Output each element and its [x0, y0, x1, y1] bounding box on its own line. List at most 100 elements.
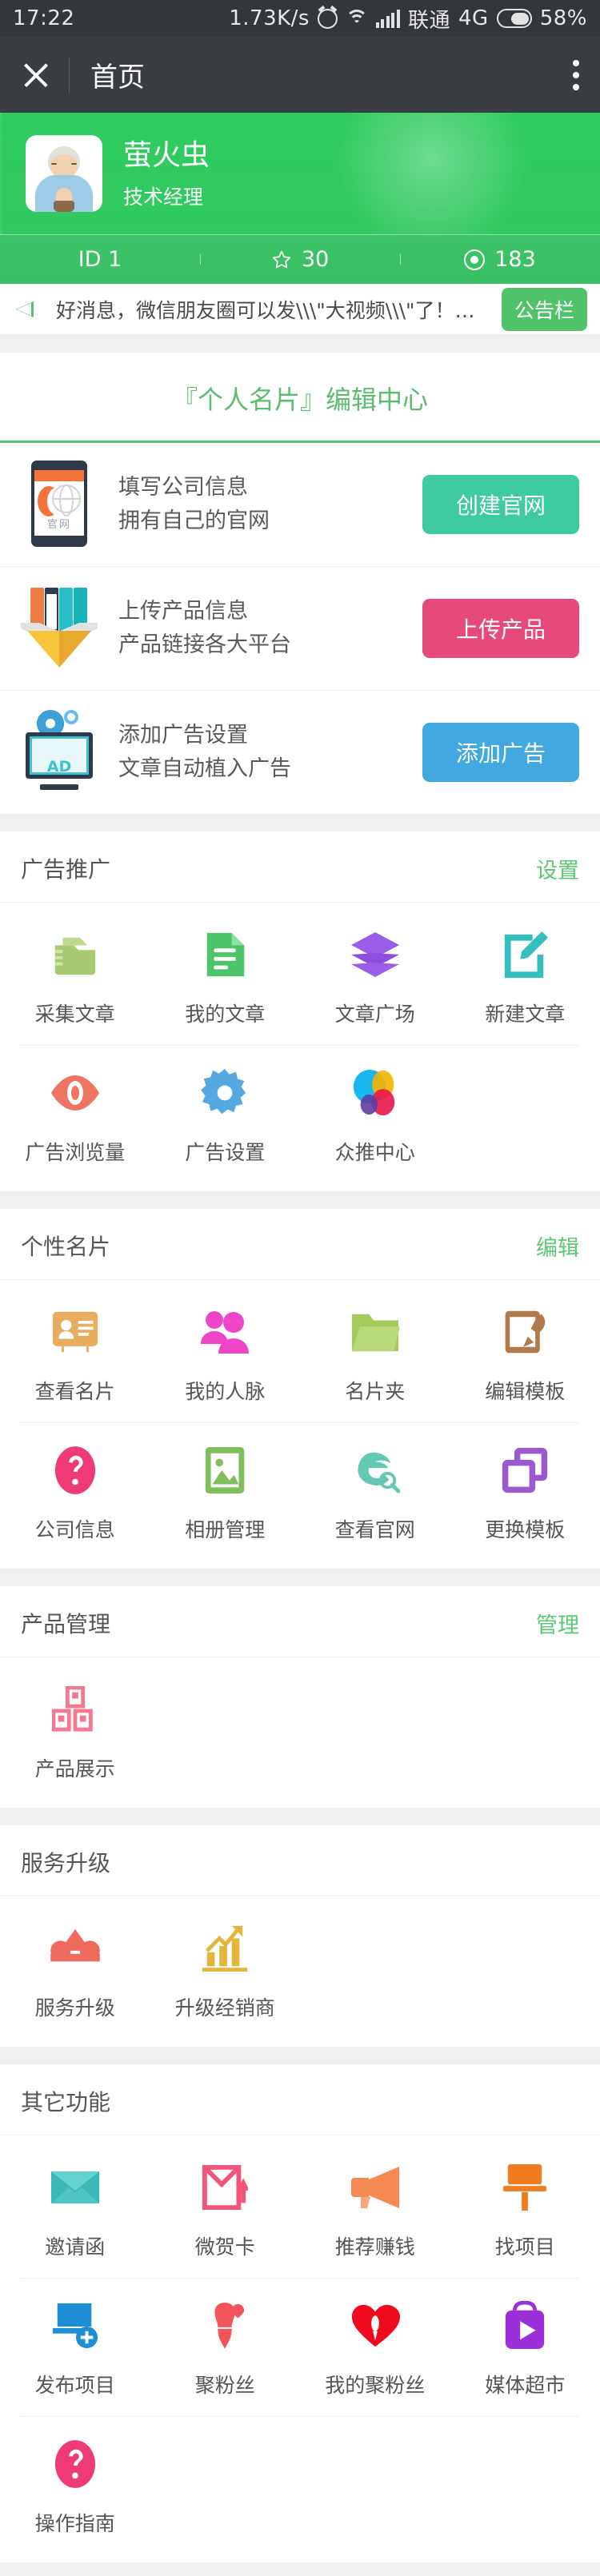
grid-item-empty	[150, 1662, 301, 1800]
stat-id-label: ID 1	[78, 247, 122, 272]
grid-item-ad-views[interactable]: 广告浏览量	[0, 1046, 150, 1183]
feature-row-ad[interactable]: AD 添加广告设置 文章自动植入广告 添加广告	[0, 691, 600, 814]
grid-item-label: 媒体超市	[485, 2374, 566, 2397]
upload-product-button[interactable]: 上传产品	[422, 599, 579, 658]
grid-item-find-project[interactable]: 找项目	[450, 2140, 600, 2278]
article-square-icon	[349, 928, 402, 981]
grid-item-upgrade-dealer[interactable]: 升级经销商	[150, 1901, 301, 2039]
close-icon[interactable]	[21, 60, 51, 90]
grid-item-product-display[interactable]: 产品展示	[0, 1662, 150, 1800]
more-options-icon[interactable]	[573, 59, 579, 90]
profile-text: 萤火虫 技术经理	[123, 138, 210, 210]
grid-item-empty	[300, 1662, 450, 1800]
grid-service-upgrade: 服务升级 升级经销商	[0, 1896, 600, 2047]
section-action-settings[interactable]: 设置	[536, 853, 579, 884]
section-action-manage[interactable]: 管理	[536, 1608, 579, 1639]
announcement-button[interactable]: 公告栏	[501, 287, 587, 331]
grid-item-service-upgrade[interactable]: 服务升级	[0, 1901, 150, 2039]
edit-template-icon	[498, 1306, 551, 1358]
album-manage-icon	[198, 1444, 251, 1497]
card-folder-icon	[349, 1306, 402, 1358]
add-ad-button[interactable]: 添加广告	[422, 723, 579, 782]
new-article-icon	[498, 928, 551, 981]
app-root: 17:22 1.73K/s 联通 4G 58% 首页 萤火虫 技术经理 ID 1…	[0, 0, 600, 2576]
carrier-label: 联通	[407, 8, 450, 33]
feature-line2: 拥有自己的官网	[118, 508, 270, 533]
grid-item-card-folder[interactable]: 名片夹	[300, 1285, 450, 1422]
grid-item-change-template[interactable]: 更换模板	[450, 1423, 600, 1561]
grid-item-article-square[interactable]: 文章广场	[300, 907, 450, 1045]
grid-item-label: 相册管理	[185, 1518, 266, 1541]
ad-settings-gear-icon	[198, 1067, 251, 1119]
grid-item-my-contacts[interactable]: 我的人脉	[150, 1285, 301, 1422]
grid-item-label: 操作指南	[34, 2512, 115, 2535]
grid-item-collect-article[interactable]: 采集文章	[0, 907, 150, 1045]
profile-name: 萤火虫	[123, 138, 210, 172]
grid-item-edit-template[interactable]: 编辑模板	[450, 1285, 600, 1422]
section-product-manage: 产品管理 管理 产品展示	[0, 1586, 600, 1808]
section-action-edit[interactable]: 编辑	[536, 1230, 579, 1262]
grid-item-label: 我的人脉	[185, 1380, 266, 1403]
feature-line2: 产品链接各大平台	[118, 632, 291, 657]
grid-ad-promotion: 采集文章 我的文章 文章广场 新建文章 广告浏览量 广告设置 众推中心	[0, 903, 600, 1191]
grid-item-crowd-push[interactable]: 众推中心	[300, 1046, 450, 1183]
stat-favorites[interactable]: 30	[200, 247, 400, 272]
stat-id[interactable]: ID 1	[0, 247, 200, 272]
status-bar: 17:22 1.73K/s 联通 4G 58%	[0, 0, 600, 37]
my-contacts-icon	[198, 1306, 251, 1358]
status-indicators: 1.73K/s 联通 4G 58%	[229, 4, 587, 34]
grid-item-my-article[interactable]: 我的文章	[150, 907, 301, 1045]
upgrade-dealer-icon	[198, 1922, 251, 1975]
grid-item-new-article[interactable]: 新建文章	[450, 907, 600, 1045]
grid-item-my-fans[interactable]: 我的聚粉丝	[300, 2279, 450, 2416]
feature-text-product: 上传产品信息 产品链接各大平台	[118, 595, 422, 662]
stat-views[interactable]: 183	[400, 247, 600, 272]
collect-article-icon	[49, 928, 102, 981]
section-title: 个性名片	[21, 1234, 111, 1260]
avatar[interactable]	[26, 135, 102, 212]
footer-credit: 技术由“魔豆众推”提供	[0, 2562, 600, 2576]
grid-item-label: 我的文章	[185, 1003, 266, 1026]
grid-item-recommend-earn[interactable]: 推荐赚钱	[300, 2140, 450, 2278]
grid-item-view-card[interactable]: 查看名片	[0, 1285, 150, 1422]
grid-item-media-market[interactable]: 媒体超市	[450, 2279, 600, 2416]
grid-item-greeting-card[interactable]: 微贺卡	[150, 2140, 301, 2278]
service-upgrade-icon	[49, 1922, 102, 1975]
grid-item-album-manage[interactable]: 相册管理	[150, 1423, 301, 1561]
recommend-earn-icon	[349, 2161, 402, 2214]
section-title: 产品管理	[21, 1611, 111, 1637]
my-fans-icon	[349, 2299, 402, 2352]
create-website-button[interactable]: 创建官网	[422, 475, 579, 534]
grid-item-company-info[interactable]: 公司信息	[0, 1423, 150, 1561]
grid-item-label: 广告设置	[185, 1141, 266, 1164]
grid-item-label: 新建文章	[485, 1003, 566, 1026]
invitation-icon	[49, 2161, 102, 2214]
stat-views-value: 183	[494, 247, 536, 272]
section-header: 其它功能	[0, 2064, 600, 2135]
grid-item-gather-fans[interactable]: 聚粉丝	[150, 2279, 301, 2416]
grid-item-publish-project[interactable]: 发布项目	[0, 2279, 150, 2416]
feature-row-website[interactable]: 官网 填写公司信息 拥有自己的官网 创建官网	[0, 443, 600, 567]
status-time: 17:22	[13, 6, 75, 30]
wifi-icon	[345, 10, 368, 27]
feature-list: 官网 填写公司信息 拥有自己的官网 创建官网 上传产品信息 产品链接各大平台 上…	[0, 443, 600, 814]
feature-text-website: 填写公司信息 拥有自己的官网	[118, 471, 422, 538]
spacer	[0, 814, 600, 831]
profile-stats: ID 1 30 183	[0, 234, 600, 284]
section-ad-promotion: 广告推广 设置 采集文章 我的文章 文章广场 新建文章 广告浏览量 广告设置 众…	[0, 831, 600, 1191]
grid-item-empty	[300, 2417, 450, 2554]
grid-item-invitation[interactable]: 邀请函	[0, 2140, 150, 2278]
grid-item-label: 文章广场	[334, 1003, 415, 1026]
feature-row-product[interactable]: 上传产品信息 产品链接各大平台 上传产品	[0, 567, 600, 691]
network-speed: 1.73K/s	[229, 6, 310, 30]
company-info-icon	[49, 1444, 102, 1497]
spacer	[0, 1808, 600, 1825]
grid-item-label: 升级经销商	[174, 1996, 275, 2020]
publish-project-icon	[49, 2299, 102, 2352]
grid-item-guide[interactable]: 操作指南	[0, 2417, 150, 2554]
grid-item-ad-settings[interactable]: 广告设置	[150, 1046, 301, 1183]
grid-item-label: 产品展示	[34, 1757, 115, 1780]
grid-item-view-website[interactable]: 查看官网	[300, 1423, 450, 1561]
feature-line1: 填写公司信息	[118, 475, 248, 500]
announcement-bar[interactable]: 好消息，微信朋友圈可以发\\\"大视频\\\"了！… 公告栏	[0, 284, 600, 335]
